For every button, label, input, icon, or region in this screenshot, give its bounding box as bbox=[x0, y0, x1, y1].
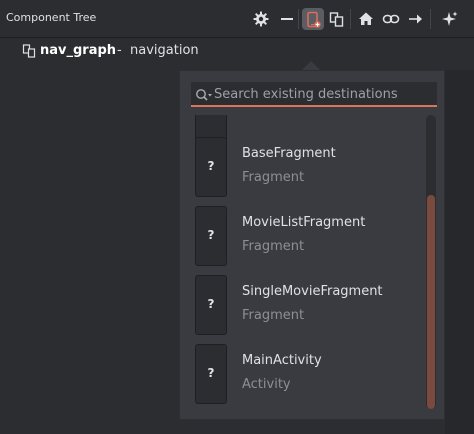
home-icon[interactable] bbox=[356, 9, 376, 29]
panel-title: Component Tree bbox=[6, 11, 97, 24]
list-item[interactable]: ? MovieListFragment Fragment bbox=[180, 206, 420, 268]
destination-picker-popup: ? BaseFragment Fragment ? MovieListFragm… bbox=[179, 70, 445, 420]
list-item[interactable]: ? MainActivity Activity bbox=[180, 344, 420, 406]
destination-thumbnail: ? bbox=[195, 275, 227, 335]
arrow-right-icon[interactable] bbox=[406, 9, 426, 29]
destination-name: BaseFragment bbox=[242, 146, 336, 161]
minimize-icon[interactable] bbox=[277, 9, 297, 29]
destination-list: ? BaseFragment Fragment ? MovieListFragm… bbox=[180, 115, 444, 419]
destination-type: Fragment bbox=[242, 170, 305, 185]
destination-type: Fragment bbox=[242, 308, 305, 323]
list-item[interactable]: ? BaseFragment Fragment bbox=[180, 137, 420, 199]
destination-type: Fragment bbox=[242, 239, 305, 254]
sparkle-icon[interactable] bbox=[440, 9, 460, 29]
gear-icon[interactable] bbox=[251, 9, 271, 29]
tree-item-nav-graph[interactable]: nav_graph - navigation bbox=[0, 38, 474, 64]
panel-header: Component Tree bbox=[0, 0, 474, 38]
list-item[interactable]: ? SingleMovieFragment Fragment bbox=[180, 275, 420, 337]
toolbar-divider bbox=[350, 9, 351, 29]
toolbar-divider bbox=[430, 9, 431, 29]
editor-area bbox=[445, 70, 474, 434]
destination-name: MovieListFragment bbox=[242, 215, 366, 230]
navigation-graph-icon bbox=[22, 43, 38, 59]
unknown-preview-icon: ? bbox=[207, 297, 215, 311]
tree-item-type: navigation bbox=[130, 43, 199, 58]
unknown-preview-icon: ? bbox=[207, 228, 215, 242]
destination-type: Activity bbox=[242, 377, 291, 392]
destination-name: MainActivity bbox=[242, 353, 322, 368]
destination-thumbnail: ? bbox=[195, 206, 227, 266]
new-destination-icon[interactable] bbox=[303, 10, 323, 30]
search-input[interactable] bbox=[214, 84, 429, 104]
tree-item-name: nav_graph bbox=[40, 43, 117, 58]
search-icon[interactable] bbox=[195, 87, 213, 101]
copy-icon[interactable] bbox=[327, 9, 347, 29]
toolbar-divider bbox=[298, 9, 299, 29]
destination-name: SingleMovieFragment bbox=[242, 284, 383, 299]
search-box[interactable] bbox=[191, 82, 437, 107]
destination-thumbnail: ? bbox=[195, 344, 227, 404]
component-tree-window: Component Tree nav_graph - navigation Se… bbox=[0, 0, 474, 434]
destination-thumbnail: ? bbox=[195, 137, 227, 197]
tree-item-separator: - bbox=[117, 43, 122, 58]
scrollbar-thumb[interactable] bbox=[427, 195, 435, 409]
link-icon[interactable] bbox=[381, 9, 401, 29]
unknown-preview-icon: ? bbox=[207, 159, 215, 173]
unknown-preview-icon: ? bbox=[207, 366, 215, 380]
